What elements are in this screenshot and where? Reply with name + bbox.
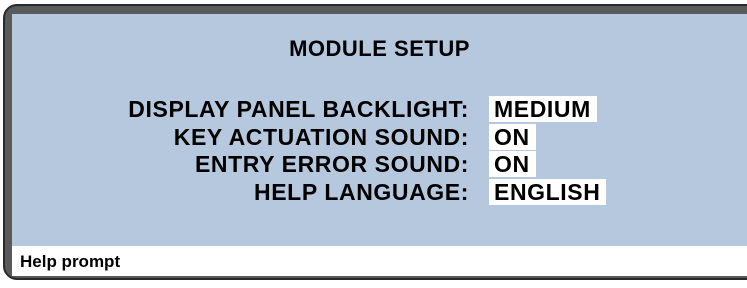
help-prompt-text: Help prompt (20, 252, 121, 271)
setting-row-error-sound: ENTRY ERROR SOUND: ON (12, 151, 747, 177)
setting-value-backlight[interactable]: MEDIUM (489, 96, 597, 122)
setting-label-error-sound: ENTRY ERROR SOUND: (194, 151, 469, 177)
help-prompt-bar: Help prompt (12, 246, 747, 276)
setting-label-help-language: HELP LANGUAGE: (254, 179, 469, 205)
screen-title: MODULE SETUP (289, 36, 470, 61)
setting-row-backlight: DISPLAY PANEL BACKLIGHT: MEDIUM (12, 96, 747, 122)
setting-value-key-sound[interactable]: ON (489, 124, 536, 150)
setting-label-backlight: DISPLAY PANEL BACKLIGHT: (128, 96, 469, 122)
setting-row-help-language: HELP LANGUAGE: ENGLISH (12, 179, 747, 205)
setting-value-help-language[interactable]: ENGLISH (489, 179, 607, 205)
setting-label-key-sound: KEY ACTUATION SOUND: (173, 124, 469, 150)
setup-screen: MODULE SETUP DISPLAY PANEL BACKLIGHT: ME… (12, 14, 747, 246)
setting-row-key-sound: KEY ACTUATION SOUND: ON (12, 124, 747, 150)
setting-value-error-sound[interactable]: ON (489, 151, 536, 177)
